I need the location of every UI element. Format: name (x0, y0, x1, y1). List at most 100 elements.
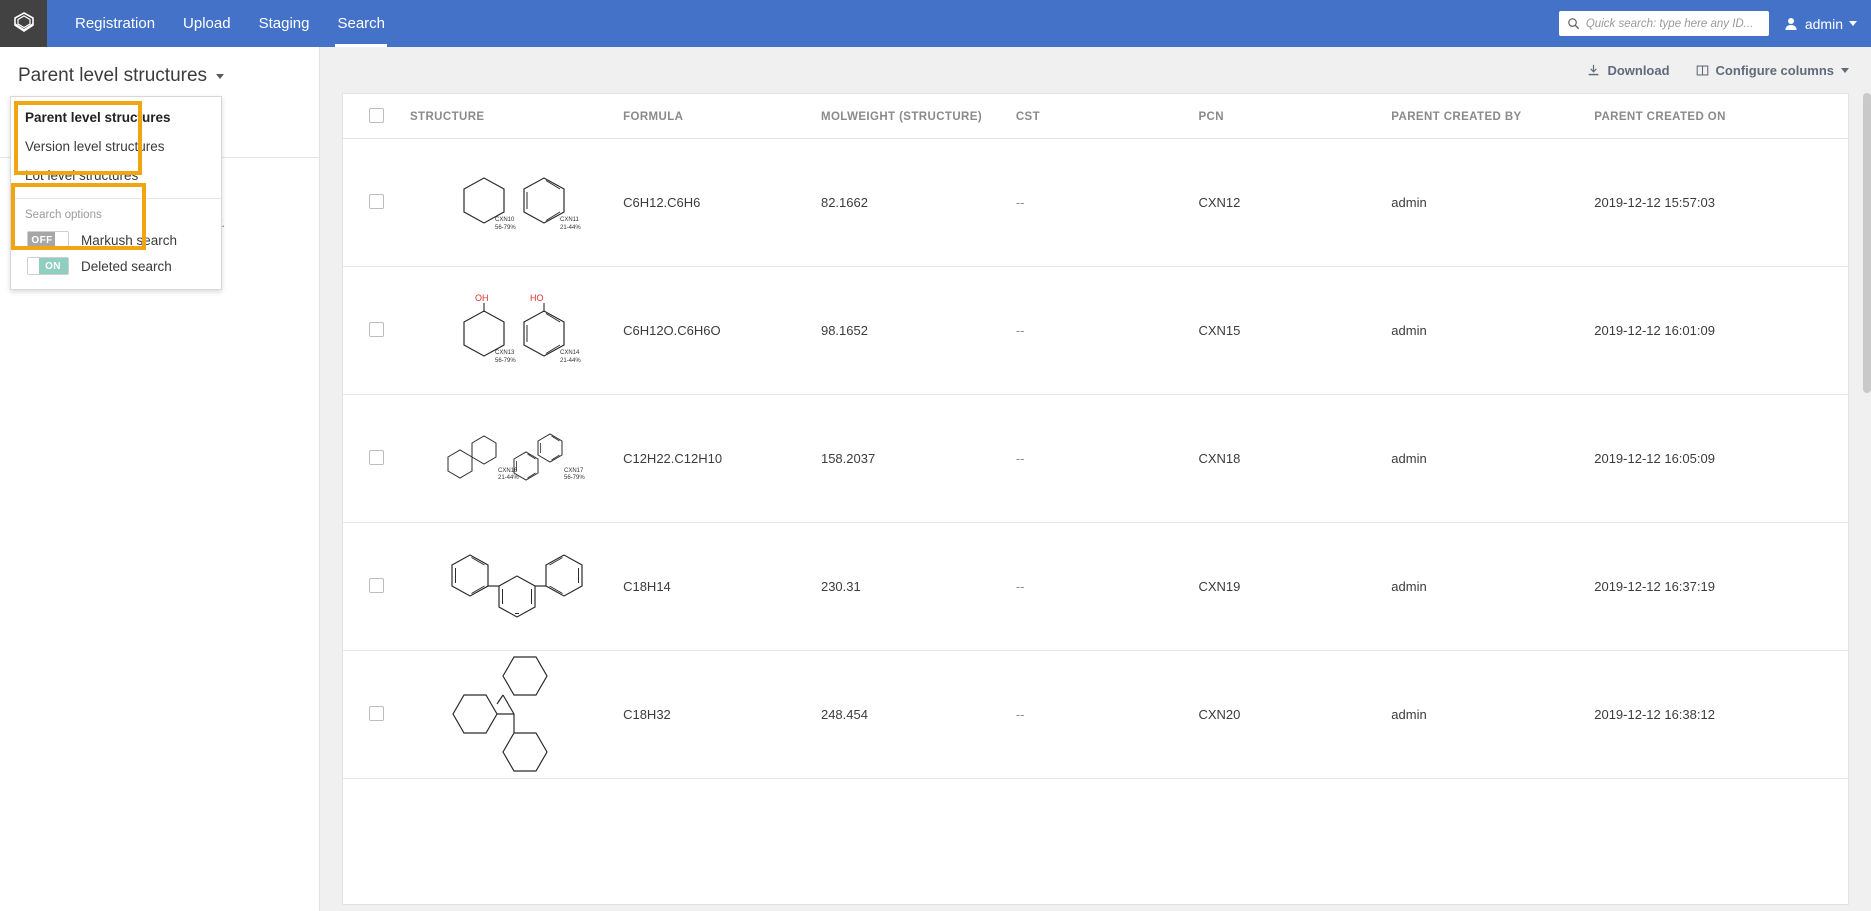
table-header-row: STRUCTURE FORMULA MOLWEIGHT (STRUCTURE) … (343, 94, 1848, 139)
top-navigation-bar: Registration Upload Staging Search admin (0, 0, 1871, 47)
markush-search-toggle[interactable]: OFF (27, 231, 69, 249)
molweight-cell: 158.2037 (821, 395, 1016, 523)
cst-cell: -- (1016, 139, 1199, 267)
results-table: STRUCTURE FORMULA MOLWEIGHT (STRUCTURE) … (343, 94, 1848, 779)
toggle-state-label: OFF (28, 232, 56, 248)
cst-cell: -- (1016, 395, 1199, 523)
table-row[interactable]: C18H32 248.454 -- CXN20 admin 2019-12-12… (343, 651, 1848, 779)
table-row[interactable]: CXN10 56-79% CXN11 21-44% C6H12.C6H6 82.… (343, 139, 1848, 267)
formula-cell: C18H32 (623, 651, 821, 779)
header-cst[interactable]: CST (1016, 94, 1199, 139)
dropdown-search-options-group: Search options OFF Markush search ON Del… (11, 199, 221, 289)
chevron-down-icon (1841, 68, 1849, 73)
results-table-card: STRUCTURE FORMULA MOLWEIGHT (STRUCTURE) … (342, 93, 1849, 905)
deleted-search-toggle[interactable]: ON (27, 257, 69, 275)
vertical-scrollbar[interactable] (1863, 93, 1871, 911)
header-molweight[interactable]: MOLWEIGHT (STRUCTURE) (821, 94, 1016, 139)
created-by-cell: admin (1391, 523, 1594, 651)
structure-pct: 21-44% (560, 225, 581, 231)
dropdown-item-lot-level[interactable]: Lot level structures (11, 161, 221, 190)
row-select-cell (343, 651, 410, 779)
cst-cell: -- (1016, 267, 1199, 395)
molecule-structure-image (442, 544, 592, 629)
row-select-cell (343, 267, 410, 395)
markush-search-row[interactable]: OFF Markush search (11, 227, 221, 253)
structure-label: CXN17 (564, 468, 584, 474)
row-checkbox[interactable] (369, 322, 384, 337)
structure-cell: CXN16 21-44% CXN17 56-79% (410, 395, 623, 523)
nav-label: Upload (183, 15, 231, 32)
app-logo[interactable] (0, 0, 47, 47)
structure-cell (410, 523, 623, 651)
dropdown-item-version-level[interactable]: Version level structures (11, 132, 221, 161)
topbar-right-group: admin (1559, 0, 1871, 47)
formula-cell: C12H22.C12H10 (623, 395, 821, 523)
row-select-cell (343, 139, 410, 267)
nav-label: Staging (259, 15, 310, 32)
nav-label: Search (337, 15, 385, 32)
molecule-structure-image: CXN10 56-79% CXN11 21-44% (442, 163, 592, 243)
deleted-search-row[interactable]: ON Deleted search (11, 253, 221, 279)
user-menu[interactable]: admin (1783, 16, 1857, 32)
row-checkbox[interactable] (369, 450, 384, 465)
dropdown-item-label: Parent level structures (25, 110, 171, 125)
table-row[interactable]: CXN16 21-44% CXN17 56-79% C12H22.C12H10 … (343, 395, 1848, 523)
table-row[interactable]: OH HO CXN13 56-79% (343, 267, 1848, 395)
search-input[interactable] (1586, 18, 1761, 30)
nav-item-staging[interactable]: Staging (245, 0, 324, 47)
hydroxyl-label: OH (475, 293, 489, 303)
nav-item-search[interactable]: Search (323, 0, 399, 47)
download-button[interactable]: Download (1587, 63, 1669, 78)
level-dropdown-menu: Parent level structures Version level st… (10, 96, 222, 290)
user-name-label: admin (1805, 16, 1843, 32)
header-pcn[interactable]: PCN (1198, 94, 1391, 139)
formula-cell: C6H12.C6H6 (623, 139, 821, 267)
created-on-cell: 2019-12-12 16:38:12 (1594, 651, 1848, 779)
scrollbar-thumb[interactable] (1863, 93, 1871, 393)
created-on-cell: 2019-12-12 16:01:09 (1594, 267, 1848, 395)
structure-pct: 21-44% (498, 475, 519, 481)
header-formula[interactable]: FORMULA (623, 94, 821, 139)
pcn-cell: CXN20 (1198, 651, 1391, 779)
dropdown-item-parent-level[interactable]: Parent level structures (11, 103, 221, 132)
created-on-cell: 2019-12-12 16:05:09 (1594, 395, 1848, 523)
left-search-panel: Parent level structures list. Parent lev… (0, 47, 320, 911)
header-structure[interactable]: STRUCTURE (410, 94, 623, 139)
select-all-checkbox[interactable] (369, 108, 384, 123)
structure-cell: CXN10 56-79% CXN11 21-44% (410, 139, 623, 267)
markush-search-label: Markush search (81, 233, 177, 248)
row-select-cell (343, 395, 410, 523)
chevron-down-icon (216, 74, 224, 79)
row-checkbox[interactable] (369, 194, 384, 209)
person-icon (1783, 16, 1799, 32)
dropdown-item-label: Lot level structures (25, 168, 138, 183)
hydroxyl-label: HO (530, 293, 544, 303)
table-row[interactable]: C18H14 230.31 -- CXN19 admin 2019-12-12 … (343, 523, 1848, 651)
deleted-search-label: Deleted search (81, 259, 172, 274)
structure-pct: 56-79% (495, 358, 516, 364)
columns-icon (1696, 64, 1709, 77)
nav-item-upload[interactable]: Upload (169, 0, 245, 47)
download-icon (1587, 64, 1600, 77)
chevron-down-icon (1849, 21, 1857, 26)
quick-search-box[interactable] (1559, 11, 1769, 36)
molweight-cell: 82.1662 (821, 139, 1016, 267)
row-checkbox[interactable] (369, 578, 384, 593)
structure-cell: OH HO CXN13 56-79% (410, 267, 623, 395)
pcn-cell: CXN18 (1198, 395, 1391, 523)
table-body: CXN10 56-79% CXN11 21-44% C6H12.C6H6 82.… (343, 139, 1848, 779)
structure-label: CXN11 (560, 217, 580, 223)
level-selector-button[interactable]: Parent level structures (18, 65, 224, 87)
molweight-cell: 230.31 (821, 523, 1016, 651)
table-header: STRUCTURE FORMULA MOLWEIGHT (STRUCTURE) … (343, 94, 1848, 139)
row-checkbox[interactable] (369, 706, 384, 721)
molecule-structure-image: CXN16 21-44% CXN17 56-79% (442, 419, 592, 499)
header-parent-created-by[interactable]: PARENT CREATED BY (1391, 94, 1594, 139)
main-nav: Registration Upload Staging Search (61, 0, 399, 47)
search-icon (1567, 17, 1580, 30)
configure-columns-label: Configure columns (1716, 63, 1834, 78)
nav-item-registration[interactable]: Registration (61, 0, 169, 47)
cube-logo-icon (11, 11, 37, 37)
header-parent-created-on[interactable]: PARENT CREATED ON (1594, 94, 1848, 139)
configure-columns-button[interactable]: Configure columns (1696, 63, 1849, 78)
